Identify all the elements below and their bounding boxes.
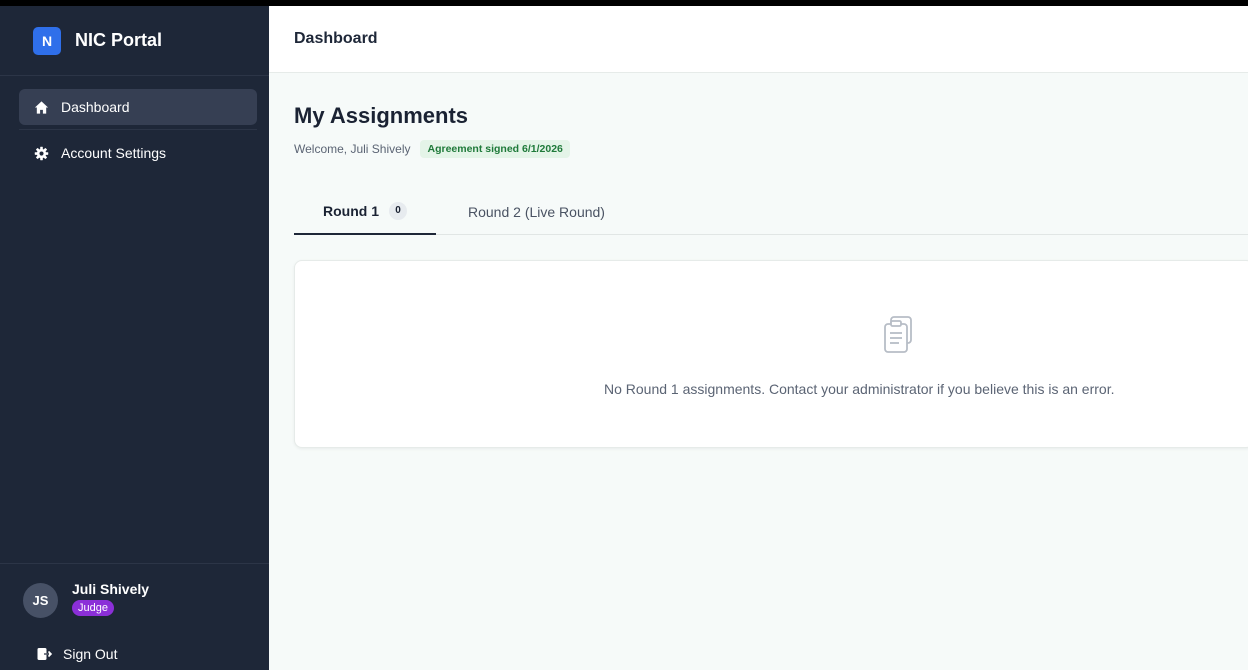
brand[interactable]: N NIC Portal <box>0 6 269 76</box>
tab-label: Round 1 <box>323 202 379 219</box>
sidebar-item-dashboard[interactable]: Dashboard <box>19 89 257 125</box>
welcome-text: Welcome, Juli Shively <box>294 142 411 156</box>
main-content: My Assignments Welcome, Juli Shively Agr… <box>269 73 1248 670</box>
count-badge: 0 <box>389 201 407 220</box>
empty-state-card: No Round 1 assignments. Contact your adm… <box>294 260 1248 448</box>
user-info: Juli Shively Judge <box>72 581 149 616</box>
user-profile[interactable]: JS Juli Shively Judge <box>23 581 149 618</box>
tab-round-1[interactable]: Round 1 0 <box>294 188 436 235</box>
tab-label: Round 2 (Live Round) <box>468 203 605 220</box>
brand-logo: N <box>33 26 61 55</box>
sidebar-item-label: Account Settings <box>61 145 167 161</box>
header-title: Dashboard <box>294 30 378 47</box>
page-title: My Assignments <box>294 103 469 128</box>
user-name: Juli Shively <box>72 581 150 597</box>
home-icon <box>33 99 49 115</box>
gear-icon <box>33 145 49 161</box>
sidebar-footer-divider <box>0 563 269 564</box>
tab-round-2[interactable]: Round 2 (Live Round) <box>468 188 605 235</box>
sidebar-item-label: Dashboard <box>61 99 130 115</box>
empty-state-message: No Round 1 assignments. Contact your adm… <box>604 381 1115 397</box>
role-badge: Judge <box>72 600 114 616</box>
top-bar: Dashboard <box>269 6 1248 73</box>
avatar: JS <box>23 583 58 618</box>
sidebar: N NIC Portal Dashboard Account Settings … <box>0 6 269 670</box>
sidebar-item-account-settings[interactable]: Account Settings <box>19 135 257 171</box>
sign-out-button[interactable]: Sign Out <box>37 646 117 662</box>
clipboard-icon <box>879 313 919 357</box>
sign-out-label: Sign Out <box>63 646 118 662</box>
round-tabs: Round 1 0 Round 2 (Live Round) <box>294 188 1248 235</box>
welcome-line: Welcome, Juli Shively Agreement signed 6… <box>294 140 570 158</box>
sidebar-nav: Dashboard Account Settings <box>19 89 257 181</box>
sign-out-icon <box>37 646 53 662</box>
nav-divider <box>19 129 257 130</box>
app-window: N NIC Portal Dashboard Account Settings … <box>0 6 1248 670</box>
agreement-badge: Agreement signed 6/1/2026 <box>420 140 570 158</box>
brand-name: NIC Portal <box>75 30 163 50</box>
